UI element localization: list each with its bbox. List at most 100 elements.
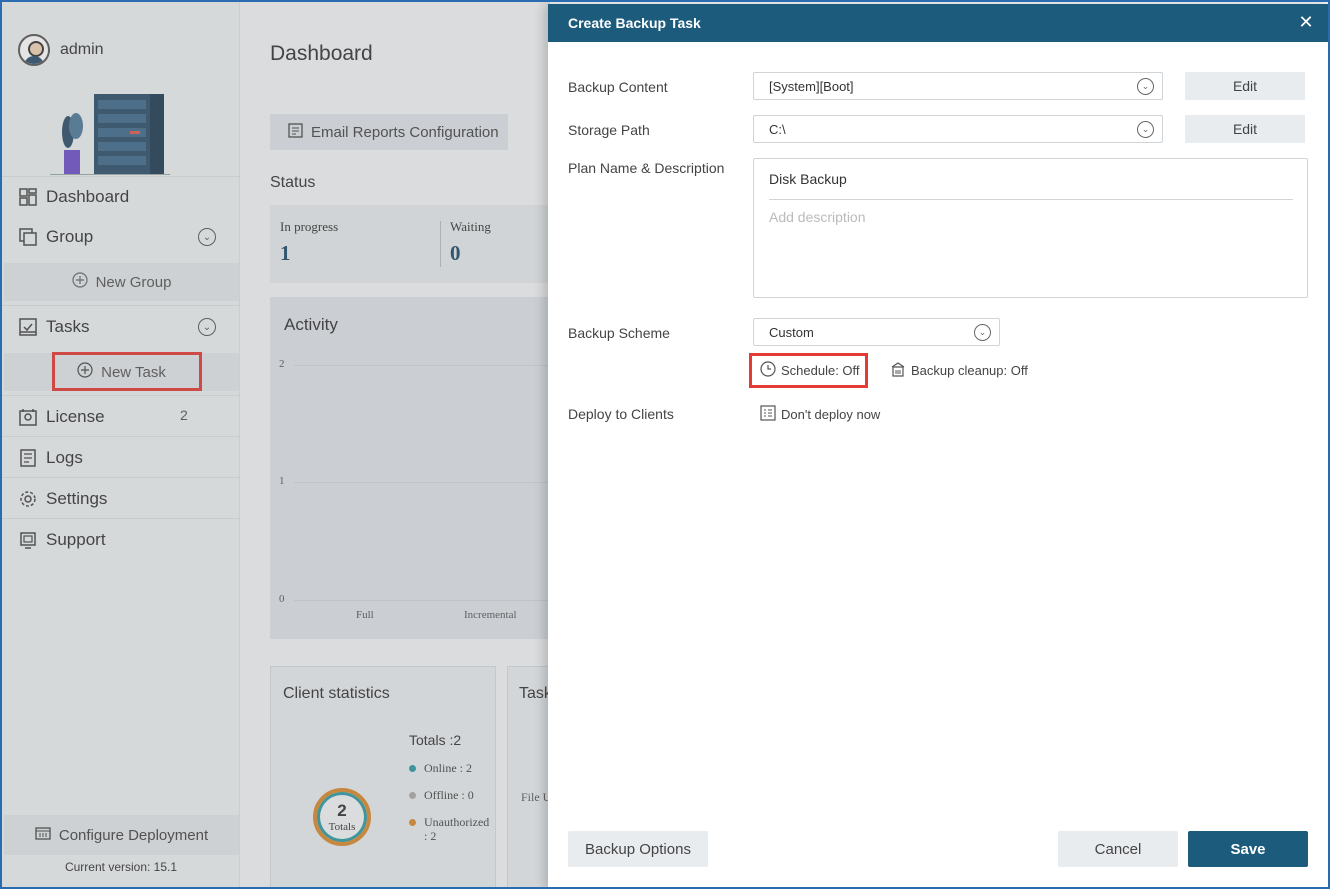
edit-backup-content-button[interactable]: Edit — [1185, 72, 1305, 100]
server-illustration — [50, 94, 170, 175]
status-value: 0 — [450, 241, 461, 265]
sidebar: admin Dashboard Group ⌄ New Group Tasks … — [2, 2, 240, 887]
divider — [2, 518, 240, 519]
highlight-box — [749, 353, 868, 388]
gridline — [294, 482, 550, 483]
sidebar-item-label: Group — [46, 227, 94, 246]
backup-options-button[interactable]: Backup Options — [568, 831, 708, 867]
status-title: Status — [270, 174, 316, 191]
sidebar-item-label: Dashboard — [46, 187, 130, 206]
gridline — [294, 600, 550, 601]
chevron-down-icon[interactable]: ⌄ — [198, 228, 216, 246]
tasks-card-text: File U — [521, 790, 552, 804]
page-title: Dashboard — [270, 42, 373, 65]
backup-content-value: [System][Boot] — [769, 78, 854, 94]
sidebar-item-logs[interactable]: Logs — [18, 446, 83, 470]
legend-label: Offline : 0 — [424, 788, 474, 802]
client-statistics-card: Client statistics 2 Totals Totals :2 Onl… — [270, 666, 496, 887]
status-label: In progress — [280, 219, 339, 234]
email-reports-button[interactable]: Email Reports Configuration — [270, 114, 508, 150]
status-label: Waiting — [450, 219, 491, 234]
create-backup-task-dialog: Create Backup Task ✕ Backup Content [Sys… — [548, 4, 1328, 887]
tasks-icon — [18, 317, 38, 337]
backup-cleanup-option[interactable]: Backup cleanup: Off — [890, 361, 1028, 380]
status-value: 1 — [280, 241, 291, 265]
storage-path-select[interactable]: C:\ ⌄ — [753, 115, 1163, 143]
sidebar-item-dashboard[interactable]: Dashboard — [18, 185, 129, 209]
sidebar-item-settings[interactable]: Settings — [18, 487, 107, 511]
status-panel: In progress 1 Waiting 0 — [270, 205, 550, 283]
y-tick: 2 — [279, 358, 285, 370]
divider — [2, 305, 240, 306]
deploy-list-icon — [760, 405, 776, 424]
app-window: admin Dashboard Group ⌄ New Group Tasks … — [0, 0, 1330, 889]
backup-cleanup-label: Backup cleanup: Off — [911, 363, 1028, 378]
deployment-icon — [35, 825, 51, 845]
legend-item: Offline : 0 — [409, 788, 474, 802]
dialog-header: Create Backup Task ✕ — [548, 4, 1328, 42]
activity-panel: Activity 2 1 0 Full Incremental — [270, 297, 550, 639]
legend-dot — [409, 819, 416, 826]
save-button[interactable]: Save — [1188, 831, 1308, 867]
dashboard-icon — [18, 187, 38, 207]
version-text: Current version: 15.1 — [64, 860, 178, 874]
y-tick: 1 — [279, 475, 285, 487]
chevron-down-icon[interactable]: ⌄ — [198, 318, 216, 336]
email-reports-label: Email Reports Configuration — [311, 123, 499, 141]
user-name: admin — [60, 41, 104, 58]
license-icon — [18, 407, 38, 427]
new-group-button[interactable]: New Group — [4, 263, 239, 301]
legend-dot — [409, 765, 416, 772]
highlight-box — [52, 352, 202, 391]
tasks-card-title: Task — [519, 685, 552, 702]
legend-item: Online : 2 — [409, 761, 472, 775]
divider — [769, 199, 1293, 200]
email-report-icon — [288, 122, 303, 142]
sidebar-item-support[interactable]: Support — [18, 528, 106, 552]
plan-name-input[interactable]: Disk Backup — [769, 171, 847, 187]
group-icon — [18, 227, 38, 247]
user-profile[interactable]: admin — [18, 34, 104, 66]
totals-label: Totals :2 — [409, 732, 462, 748]
divider — [2, 176, 240, 177]
storage-path-label: Storage Path — [568, 122, 650, 138]
status-waiting: Waiting 0 — [450, 219, 491, 266]
deploy-option[interactable]: Don't deploy now — [760, 405, 880, 424]
configure-deployment-button[interactable]: Configure Deployment — [4, 815, 239, 855]
sidebar-item-license[interactable]: License — [18, 405, 105, 429]
donut-value: 2 — [337, 801, 347, 820]
sidebar-item-label: License — [46, 407, 105, 426]
legend-dot — [409, 792, 416, 799]
backup-content-select[interactable]: [System][Boot] ⌄ — [753, 72, 1163, 100]
sidebar-item-label: Support — [46, 530, 106, 549]
avatar — [18, 34, 50, 66]
chevron-down-icon: ⌄ — [974, 324, 991, 341]
deploy-value: Don't deploy now — [781, 407, 881, 422]
sidebar-item-label: Tasks — [46, 317, 90, 336]
cancel-button[interactable]: Cancel — [1058, 831, 1178, 867]
sidebar-item-tasks[interactable]: Tasks ⌄ — [18, 315, 238, 339]
edit-storage-path-button[interactable]: Edit — [1185, 115, 1305, 143]
close-icon[interactable]: ✕ — [1296, 12, 1316, 32]
deploy-to-clients-label: Deploy to Clients — [568, 406, 674, 422]
backup-scheme-select[interactable]: Custom ⌄ — [753, 318, 1000, 346]
legend-label: Online : 2 — [424, 761, 472, 775]
plan-description-input[interactable]: Add description — [769, 209, 866, 225]
gear-icon — [18, 489, 38, 509]
gridline — [294, 365, 550, 366]
activity-title: Activity — [284, 315, 338, 334]
y-tick: 0 — [279, 593, 285, 605]
sidebar-item-label: Logs — [46, 448, 83, 467]
legend-label: Unauthorized : 2 — [424, 815, 490, 843]
storage-path-value: C:\ — [769, 121, 786, 137]
x-label: Full — [356, 609, 374, 621]
divider — [440, 221, 441, 267]
backup-scheme-label: Backup Scheme — [568, 325, 670, 341]
chevron-down-icon: ⌄ — [1137, 78, 1154, 95]
sidebar-item-group[interactable]: Group ⌄ — [18, 225, 238, 249]
donut-label: Totals — [328, 821, 356, 833]
totals-donut: 2 Totals — [313, 788, 371, 846]
plus-circle-icon — [71, 272, 88, 292]
backup-scheme-value: Custom — [769, 324, 814, 340]
divider — [2, 436, 240, 437]
